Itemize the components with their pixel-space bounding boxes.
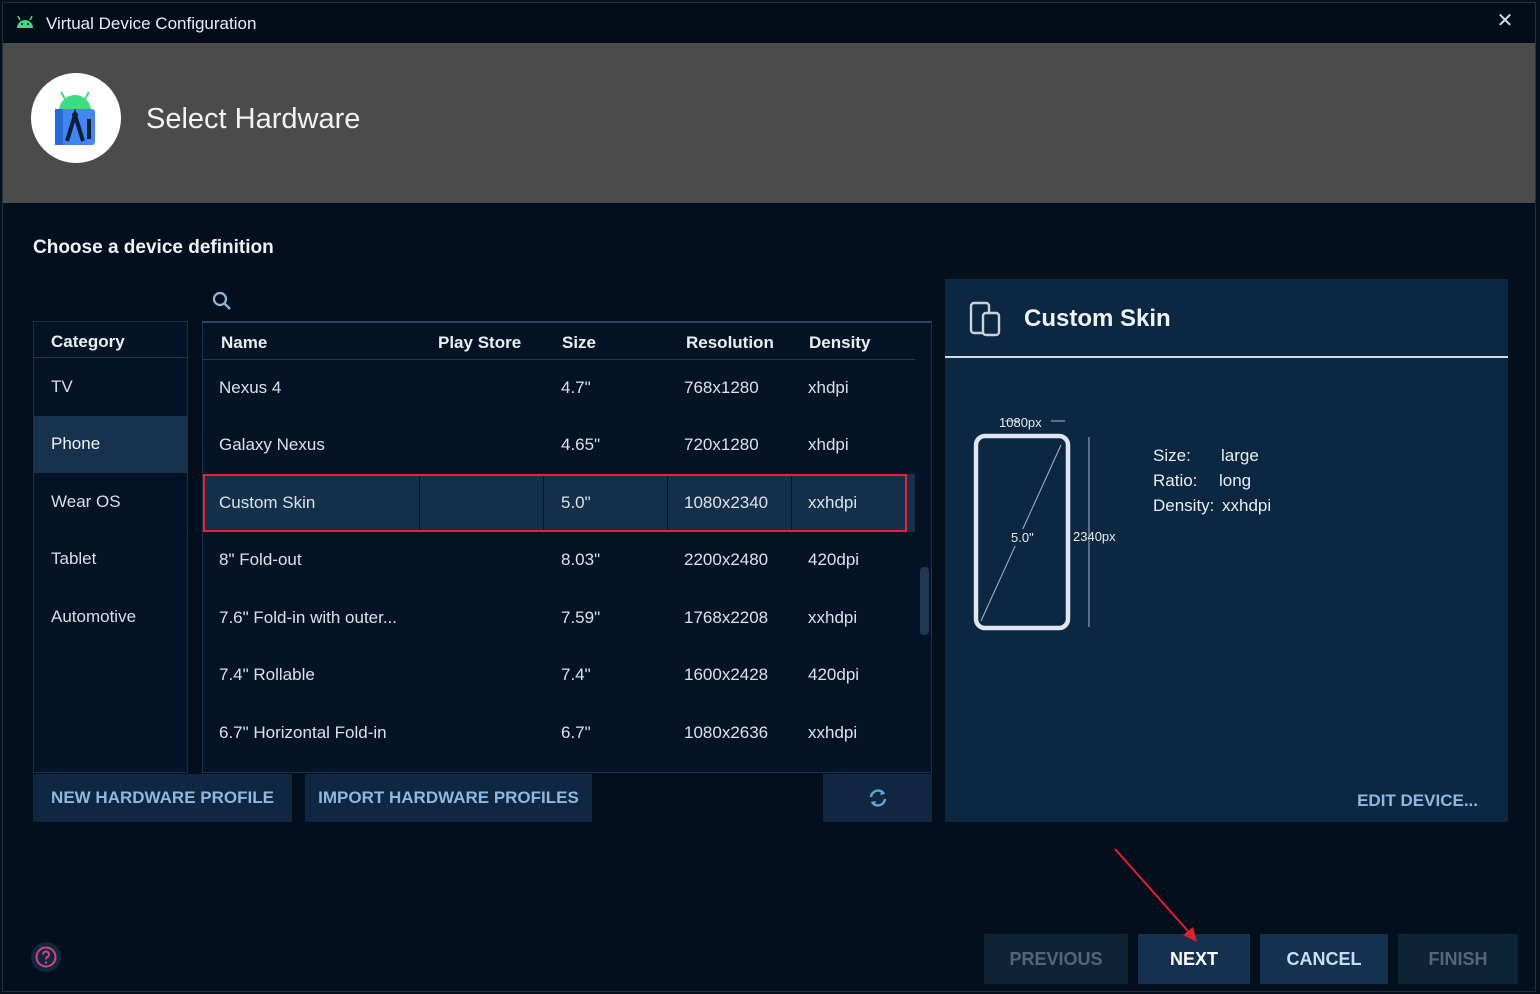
table-row[interactable]: Nexus 4 4.7" 768x1280 xhdpi <box>203 359 915 417</box>
cell-density: xxhdpi <box>808 607 858 627</box>
cell-density: xhdpi <box>808 435 849 455</box>
spec-ratio-value: long <box>1219 471 1252 490</box>
cell-resolution: 768x1280 <box>684 377 759 397</box>
cell-resolution: 1768x2208 <box>684 607 769 627</box>
table-header: Name Play Store Size Resolution Density <box>203 323 915 360</box>
import-hardware-profiles-button[interactable]: IMPORT HARDWARE PROFILES <box>305 774 592 822</box>
cancel-button[interactable]: CANCEL <box>1260 934 1388 984</box>
category-item-phone[interactable]: Phone <box>34 415 187 473</box>
refresh-button[interactable] <box>823 774 932 822</box>
cell-size: 6.7" <box>561 722 591 742</box>
cell-resolution: 1080x2340 <box>684 492 769 512</box>
category-label: Wear OS <box>51 491 121 511</box>
table-row[interactable]: 7.6" Fold-in with outer... 7.59" 1768x22… <box>203 589 915 647</box>
device-details-panel: Custom Skin 1080px 2340px 5.0" Size: larg… <box>945 279 1508 822</box>
table-row-selected[interactable]: Custom Skin 5.0" 1080x2340 xxhdpi <box>203 474 915 532</box>
cell-name: 8" Fold-out <box>219 550 302 570</box>
device-outline <box>973 420 1090 631</box>
column-header-play-store[interactable]: Play Store <box>438 333 521 353</box>
cell-resolution: 1600x2428 <box>684 665 769 685</box>
title-bar: Virtual Device Configuration ✕ <box>3 3 1535 43</box>
cell-resolution: 2200x2480 <box>684 550 769 570</box>
refresh-icon <box>869 789 886 807</box>
column-separator <box>791 474 792 532</box>
category-list: Category TV Phone Wear OS Tablet Automot… <box>33 321 188 773</box>
category-label: Automotive <box>51 606 137 626</box>
cell-size: 7.59" <box>561 607 601 627</box>
column-separator <box>543 474 544 532</box>
cell-density: 420dpi <box>808 550 860 570</box>
cell-name: Galaxy Nexus <box>219 435 325 455</box>
cell-resolution: 1080x2636 <box>684 722 769 742</box>
cell-size: 5.0" <box>561 492 591 512</box>
category-label: Tablet <box>51 549 97 569</box>
category-item-tablet[interactable]: Tablet <box>34 531 187 589</box>
table-scrollbar[interactable] <box>920 567 929 635</box>
header-banner: Select Hardware <box>3 43 1535 203</box>
cell-density: xxhdpi <box>808 722 858 742</box>
diagonal-label: 5.0" <box>1009 529 1036 546</box>
category-item-wear-os[interactable]: Wear OS <box>34 473 187 531</box>
android-icon <box>17 15 33 28</box>
previous-button[interactable]: PREVIOUS <box>984 934 1128 984</box>
cell-density: 420dpi <box>808 665 860 685</box>
column-header-size[interactable]: Size <box>562 333 596 353</box>
table-row[interactable]: 6.7" Horizontal Fold-in 6.7" 1080x2636 x… <box>203 704 915 762</box>
device-specs: Size: large Ratio: long Density: xxhdpi <box>1153 443 1271 518</box>
device-table: Name Play Store Size Resolution Density … <box>202 321 932 773</box>
column-header-resolution[interactable]: Resolution <box>686 333 774 353</box>
close-icon[interactable]: ✕ <box>1493 9 1517 33</box>
devices-icon <box>969 301 1001 337</box>
annotation-arrow <box>1114 848 1197 942</box>
cell-name: 7.6" Fold-in with outer... <box>219 607 398 627</box>
table-row[interactable]: 7.4" Rollable 7.4" 1600x2428 420dpi <box>203 647 915 705</box>
category-label: TV <box>51 376 73 396</box>
column-separator <box>419 474 420 532</box>
spec-density-key: Density: <box>1153 496 1215 515</box>
table-row[interactable]: 8" Fold-out 8.03" 2200x2480 420dpi <box>203 532 915 590</box>
cell-size: 7.4" <box>561 665 591 685</box>
android-studio-logo-icon <box>55 91 95 145</box>
dialog-window: Virtual Device Configuration ✕ Select Ha… <box>2 2 1536 992</box>
cell-size: 4.65" <box>561 435 601 455</box>
cell-density: xxhdpi <box>808 492 858 512</box>
cell-size: 8.03" <box>561 550 601 570</box>
category-label: Phone <box>51 434 101 454</box>
column-header-name[interactable]: Name <box>221 333 267 353</box>
table-rows: Nexus 4 4.7" 768x1280 xhdpi Galaxy Nexus… <box>203 359 915 762</box>
device-title: Custom Skin <box>1024 305 1171 332</box>
finish-button[interactable]: FINISH <box>1398 934 1518 984</box>
window-title: Virtual Device Configuration <box>46 14 257 33</box>
android-studio-logo <box>31 73 121 163</box>
next-button[interactable]: NEXT <box>1138 934 1250 984</box>
new-hardware-profile-button[interactable]: NEW HARDWARE PROFILE <box>33 774 292 822</box>
width-label: 1080px <box>999 415 1042 430</box>
column-separator <box>667 474 668 532</box>
column-header-density[interactable]: Density <box>809 333 870 353</box>
category-header: Category <box>34 322 187 358</box>
cell-density: xhdpi <box>808 377 849 397</box>
details-header: Custom Skin <box>945 279 1508 358</box>
device-diagram: 1080px 2340px 5.0" <box>965 407 1145 637</box>
edit-device-button[interactable]: EDIT DEVICE... <box>1357 791 1478 811</box>
help-button[interactable] <box>31 942 61 972</box>
cell-size: 4.7" <box>561 377 591 397</box>
spec-density-value: xxhdpi <box>1222 496 1272 515</box>
category-item-automotive[interactable]: Automotive <box>34 588 187 646</box>
help-icon <box>35 946 57 968</box>
section-subtitle: Choose a device definition <box>33 237 274 258</box>
table-row[interactable]: Galaxy Nexus 4.65" 720x1280 xhdpi <box>203 417 915 475</box>
spec-ratio-key: Ratio: <box>1153 471 1198 490</box>
cell-name: 7.4" Rollable <box>219 665 315 685</box>
cell-name: Custom Skin <box>219 492 316 512</box>
page-heading: Select Hardware <box>146 103 361 135</box>
search-icon[interactable] <box>211 290 233 312</box>
spec-size-value: large <box>1221 446 1259 465</box>
spec-size-key: Size: <box>1153 446 1191 465</box>
height-label: 2340px <box>1073 529 1116 544</box>
cell-name: Nexus 4 <box>219 377 282 397</box>
cell-name: 6.7" Horizontal Fold-in <box>219 722 387 742</box>
cell-resolution: 720x1280 <box>684 435 759 455</box>
category-item-tv[interactable]: TV <box>34 358 187 416</box>
